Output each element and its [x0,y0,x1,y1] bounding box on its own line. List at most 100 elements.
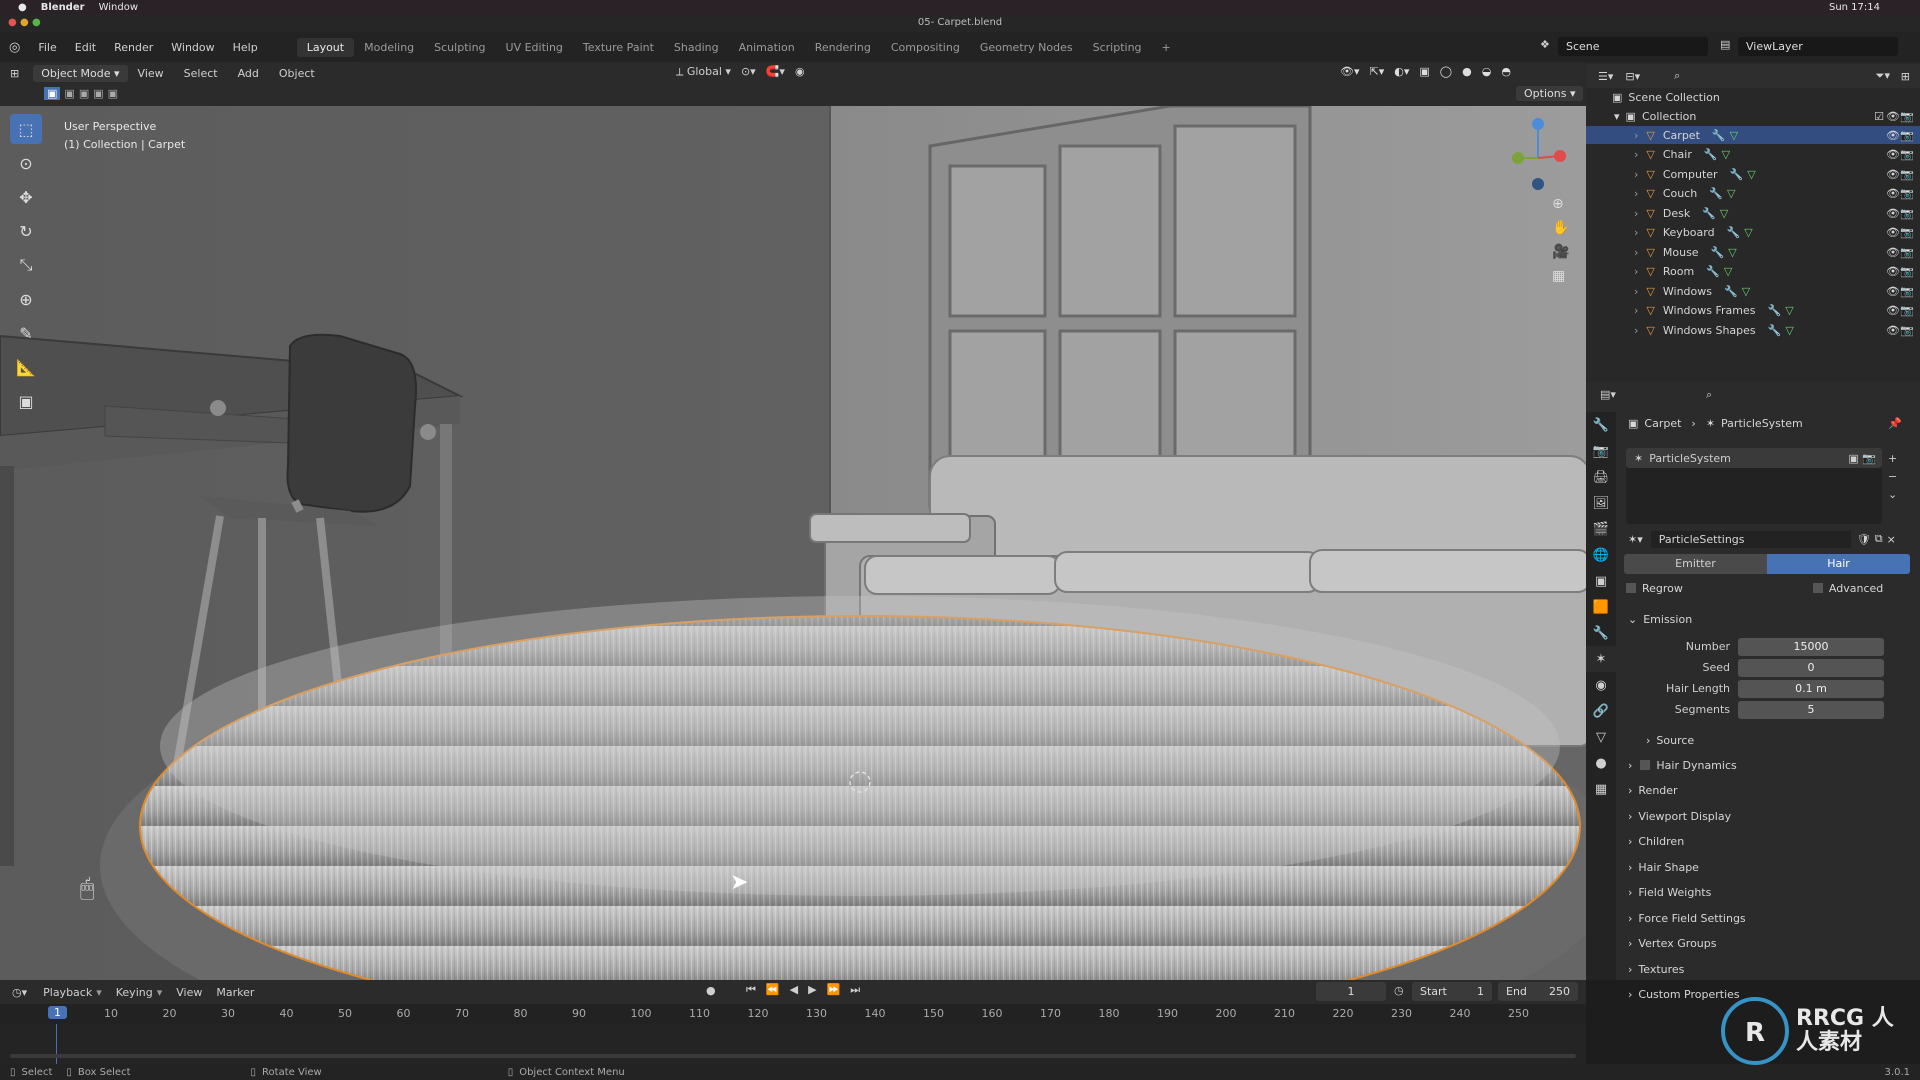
overlay-icon[interactable]: ◐▾ [1394,65,1409,78]
outliner-search-icon[interactable]: ⌕ [1674,69,1680,83]
move-tool-icon[interactable]: ✥ [10,182,42,212]
select-new-icon[interactable]: ▣ [44,87,61,100]
menu-window[interactable]: Window [162,41,223,54]
menu-file[interactable]: File [29,41,65,54]
navigation-gizmo[interactable] [1500,116,1580,196]
preview-range-icon[interactable]: ◷ [1394,984,1404,997]
hair-dynamics-checkbox[interactable] [1640,760,1651,770]
outliner-expand-icon[interactable]: › [1634,187,1638,200]
outliner-item[interactable]: › ▽ Computer 🔧 ▽ 👁 📷 [1586,165,1920,183]
current-frame-field[interactable]: 1 [1316,982,1386,1001]
scale-tool-icon[interactable]: ⤡ [10,250,42,280]
maximize-window-icon[interactable]: ● [32,14,41,32]
shading-wireframe-icon[interactable]: ◯ [1440,65,1452,78]
outliner-item[interactable]: › ▽ Desk 🔧 ▽ 👁 📷 [1586,204,1920,222]
annotate-tool-icon[interactable]: ✎ [10,318,42,348]
outliner-expand-icon[interactable]: › [1634,324,1638,337]
mode-dropdown[interactable]: Object Mode ▾ [33,64,128,82]
field-value[interactable]: 15000 [1738,638,1884,656]
add-workspace-icon[interactable]: + [1152,38,1181,57]
tab-animation[interactable]: Animation [729,38,805,57]
mac-app-name[interactable]: Blender [41,2,85,13]
viewport-menu-object[interactable]: Object [269,67,325,80]
outliner-item[interactable]: › ▽ Room 🔧 ▽ 👁 📷 [1586,263,1920,281]
proportional-edit-icon[interactable]: ◉ [795,65,805,79]
editor-type-icon[interactable]: ⊞ [0,67,29,80]
pin-icon[interactable]: 📌 [1888,417,1902,430]
timeline-editor-icon[interactable]: ◷▾ [12,986,27,999]
item-render-icon[interactable]: 📷 [1900,246,1914,259]
pivot-icon[interactable]: ⊙▾ [741,65,756,79]
material-tab-icon[interactable]: ● [1586,750,1616,776]
scene-tab-icon[interactable]: 🎬 [1586,516,1616,542]
outliner-item[interactable]: › ▽ Keyboard 🔧 ▽ 👁 📷 [1586,224,1920,242]
view-layer-field[interactable]: ViewLayer [1738,37,1898,56]
modifier-tab-icon[interactable]: 🔧 [1586,620,1616,646]
collection-tab-icon[interactable]: ▣ [1586,568,1616,594]
outliner-expand-icon[interactable]: › [1634,285,1638,298]
panel-header[interactable]: › Hair Dynamics [1628,754,1898,776]
panel-header[interactable]: › Children [1628,831,1898,853]
display-mode-icon[interactable]: ⊟▾ [1625,70,1640,83]
particle-visibility-icons[interactable]: ▣ 📷 [1848,452,1876,465]
item-visibility-icon[interactable]: 👁 [1886,246,1900,259]
new-collection-icon[interactable]: ⊞ [1901,70,1910,83]
view-layer-icon[interactable]: ▤ [1720,38,1730,51]
zoom-icon[interactable]: ⊕ [1552,196,1569,212]
select-intersect-icon[interactable]: ▣ [108,87,118,100]
item-render-icon[interactable]: 📷 [1900,187,1914,200]
panel-header[interactable]: › Textures [1628,958,1898,980]
options-dropdown[interactable]: Options ▾ [1516,86,1584,101]
item-visibility-icon[interactable]: 👁 [1886,187,1900,200]
tab-geometry-nodes[interactable]: Geometry Nodes [970,38,1083,57]
remove-particle-system-icon[interactable]: − [1888,468,1897,486]
viewport-menu-add[interactable]: Add [228,67,269,80]
collection-visibility-icon[interactable]: 👁 [1886,110,1900,123]
outliner-expand-icon[interactable]: › [1634,129,1638,142]
item-visibility-icon[interactable]: 👁 [1886,285,1900,298]
playhead-frame[interactable]: 1 [48,1006,67,1019]
shading-rendered-icon[interactable]: ◓ [1501,65,1511,78]
scene-icon[interactable]: ❖ [1540,38,1550,51]
visibility-icon[interactable]: 👁▾ [1340,65,1360,78]
texture-tab-icon[interactable]: ▦ [1586,776,1616,802]
mac-clock[interactable]: Sun 17:14 [1829,2,1880,13]
properties-editor-icon[interactable]: ▤▾ [1600,388,1616,401]
timeline-menu-view[interactable]: View [176,986,202,999]
tab-sculpting[interactable]: Sculpting [424,38,495,57]
transform-orientation-dropdown[interactable]: ⟂ Global ▾ [676,65,731,79]
object-tab-icon[interactable]: 🟧 [1586,594,1616,620]
outliner-item[interactable]: › ▽ Carpet 🔧 ▽ 👁 📷 [1586,126,1920,144]
constraints-tab-icon[interactable]: 🔗 [1586,698,1616,724]
particle-system-list[interactable]: ✶ ParticleSystem ▣ 📷 [1626,448,1882,524]
outliner-expand-icon[interactable]: › [1634,168,1638,181]
filter-icon[interactable]: ⏷▾ [1876,69,1890,83]
camera-view-icon[interactable]: 🎥 [1552,244,1569,260]
timeline-menu-keying[interactable]: Keying [116,986,153,999]
3d-viewport[interactable]: ⊕ ✋ 🎥 ▦ 🖱 ➤ [0,106,1586,980]
play-reverse-icon[interactable]: ◀ [790,983,798,997]
item-render-icon[interactable]: 📷 [1900,285,1914,298]
view-layer-tab-icon[interactable]: 🖼 [1586,490,1616,516]
xray-icon[interactable]: ▣ [1419,65,1429,78]
collection-expand-icon[interactable]: ▾ [1614,110,1620,123]
physics-tab-icon[interactable]: ◉ [1586,672,1616,698]
item-render-icon[interactable]: 📷 [1900,207,1914,220]
select-invert-icon[interactable]: ▣ [93,87,103,100]
outliner-expand-icon[interactable]: › [1634,148,1638,161]
advanced-checkbox[interactable] [1812,583,1823,593]
properties-search-icon[interactable]: ⌕ [1706,388,1712,402]
end-frame-field[interactable]: End 250 [1498,982,1578,1001]
next-keyframe-icon[interactable]: ⏩ [827,983,841,997]
item-render-icon[interactable]: 📷 [1900,168,1914,181]
timeline-tracks[interactable] [0,1024,1586,1064]
tab-modeling[interactable]: Modeling [354,38,424,57]
item-visibility-icon[interactable]: 👁 [1886,148,1900,161]
item-visibility-icon[interactable]: 👁 [1886,324,1900,337]
item-visibility-icon[interactable]: 👁 [1886,265,1900,278]
item-render-icon[interactable]: 📷 [1900,265,1914,278]
tab-rendering[interactable]: Rendering [805,38,881,57]
minimize-window-icon[interactable]: ● [20,14,29,32]
blender-logo-icon[interactable]: ◎ [0,40,29,55]
viewport-menu-select[interactable]: Select [174,67,228,80]
